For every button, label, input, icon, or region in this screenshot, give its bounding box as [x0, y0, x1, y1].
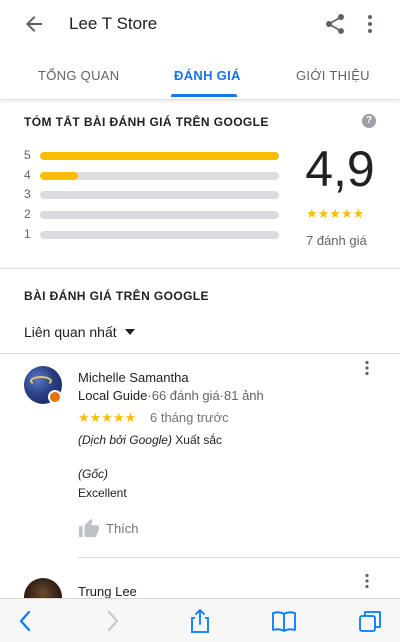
average-stars: ★★★★★: [306, 206, 365, 221]
reviewer-stats: ·66 đánh giá·81 ảnh: [147, 388, 264, 403]
rating-bar-track: [40, 211, 279, 219]
thumbs-up-icon: [79, 518, 99, 538]
original-label-text: (Gốc): [78, 467, 108, 481]
review-translated: (Dịch bởi Google) Xuất sắc: [78, 433, 222, 447]
sort-label: Liên quan nhất: [24, 324, 117, 340]
caret-down-icon: [124, 329, 135, 335]
help-icon[interactable]: ?: [362, 114, 376, 128]
rating-bar-3: 3: [24, 187, 284, 201]
rating-bar-2: 2: [24, 207, 284, 221]
tab-bar: TỔNG QUAN ĐÁNH GIÁ GIỚI THIỆU: [0, 48, 400, 100]
divider: [78, 557, 400, 558]
local-guide-label: Local Guide: [78, 388, 148, 403]
reviewer-name[interactable]: Michelle Samantha: [78, 370, 189, 385]
rating-bar-label: 5: [24, 148, 31, 162]
tab-reviews[interactable]: ĐÁNH GIÁ: [174, 68, 241, 83]
rating-bar-label: 2: [24, 207, 31, 221]
like-button[interactable]: Thích: [78, 518, 139, 538]
rating-bar-fill: [40, 172, 79, 180]
more-vert-icon[interactable]: [362, 573, 372, 589]
back-icon[interactable]: [12, 607, 40, 635]
average-rating: 4,9: [305, 141, 375, 197]
browser-toolbar: [0, 598, 400, 642]
rating-bar-track: [40, 172, 279, 180]
rating-bar-label: 3: [24, 187, 31, 201]
divider: [0, 268, 400, 269]
translated-prefix: (Dịch bởi Google): [78, 433, 172, 447]
review-date: 6 tháng trước: [150, 410, 229, 425]
more-vert-icon[interactable]: [362, 360, 372, 376]
rating-bar-label: 4: [24, 168, 31, 182]
arrow-back-icon[interactable]: [22, 12, 46, 36]
avatar-art: [30, 376, 52, 386]
summary-title: TÓM TẮT BÀI ĐÁNH GIÁ TRÊN GOOGLE: [24, 115, 269, 129]
more-vert-icon[interactable]: [360, 12, 380, 36]
rating-bar-1: 1: [24, 227, 284, 241]
local-guide-badge-icon: [48, 390, 62, 404]
bookmarks-icon[interactable]: [270, 607, 298, 635]
reviews-section-title: BÀI ĐÁNH GIÁ TRÊN GOOGLE: [24, 289, 209, 303]
place-title: Lee T Store: [69, 14, 158, 33]
forward-icon[interactable]: [98, 607, 126, 635]
rating-bar-4: 4: [24, 168, 284, 182]
rating-bar-label: 1: [24, 227, 31, 241]
translated-text: Xuất sắc: [171, 433, 222, 447]
reviewer-name[interactable]: Trung Lee: [78, 584, 137, 599]
review-stars: ★★★★★: [78, 410, 137, 425]
tab-about[interactable]: GIỚI THIỆU: [296, 68, 370, 83]
avatar[interactable]: [24, 366, 62, 404]
rating-bar-track: [40, 191, 279, 199]
tabs-icon[interactable]: [356, 607, 384, 635]
reviewer-meta: Local Guide·66 đánh giá·81 ảnh: [78, 388, 264, 403]
rating-bar-track: [40, 152, 279, 160]
rating-bar-fill: [40, 152, 279, 160]
like-label: Thích: [106, 520, 139, 536]
rating-bar-track: [40, 231, 279, 239]
divider: [0, 353, 400, 354]
app-bar: Lee T Store: [0, 0, 400, 48]
rating-bar-5: 5: [24, 148, 284, 162]
sort-dropdown[interactable]: Liên quan nhất: [24, 324, 135, 340]
active-tab-indicator: [171, 94, 237, 97]
share-icon[interactable]: [186, 607, 214, 635]
tab-overview[interactable]: TỔNG QUAN: [38, 68, 119, 83]
review-count[interactable]: 7 đánh giá: [306, 233, 367, 248]
original-label: (Gốc): [78, 467, 108, 481]
share-icon[interactable]: [323, 12, 347, 36]
original-text: Excellent: [78, 486, 127, 500]
